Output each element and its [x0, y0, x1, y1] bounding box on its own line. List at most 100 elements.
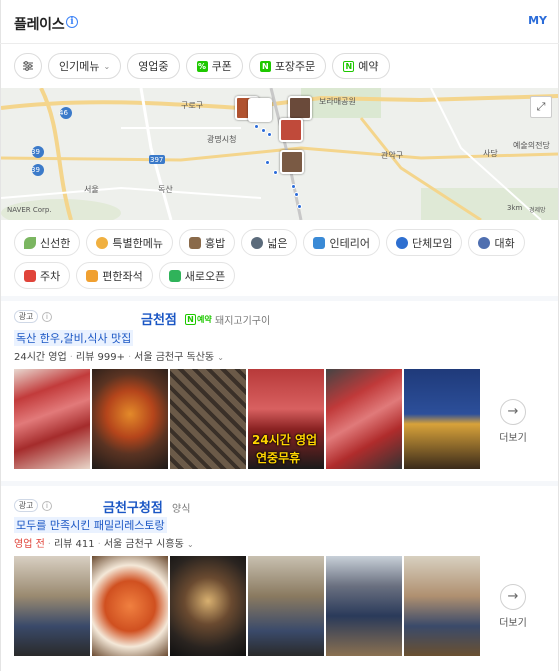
photo-thumb[interactable]: [170, 369, 246, 469]
more-button[interactable]: → 더보기: [493, 584, 533, 629]
coupon-icon: %: [196, 60, 208, 72]
photo-thumb[interactable]: [404, 369, 480, 469]
rice-bowl-icon: [188, 236, 201, 249]
filter-label: 쿠폰: [211, 60, 232, 73]
arrow-right-icon: →: [500, 399, 526, 425]
naver-n-icon: N: [185, 313, 196, 325]
tag-label: 단체모임: [411, 236, 453, 250]
photo-thumb[interactable]: [92, 369, 168, 469]
map-dot[interactable]: [273, 170, 278, 175]
reserve-label: 예약: [197, 314, 212, 324]
photo-strip: 24시간 영업 연중무휴: [14, 369, 480, 469]
map-dot[interactable]: [297, 204, 302, 209]
store-name[interactable]: 금천구청점: [103, 497, 163, 516]
header: 플레이스 i MY: [0, 0, 559, 44]
filter-bar: 인기메뉴 ⌄ 영업중 % 쿠폰 N 포장주문 N 예약: [14, 53, 390, 79]
filter-settings-button[interactable]: [14, 53, 42, 79]
filter-label: 영업중: [138, 60, 169, 73]
map[interactable]: 구로구 광명시청 보라매공원 관악구 예술의전당 독산 서울 NAVER Cor…: [1, 88, 558, 220]
filter-takeout[interactable]: N 포장주문: [248, 53, 327, 79]
listing-card[interactable]: 광고 i 금천구청점 양식 모두를 만족시킨 패밀리레스토랑 영업 전 · 리뷰 4…: [1, 486, 558, 671]
tag-label: 편한좌석: [102, 269, 143, 283]
arrow-right-icon: →: [500, 584, 526, 610]
listing-card[interactable]: 광고 i 금천점 N 예약 돼지고기구이 독산 한우,갈비,식사 맛집 24시간…: [1, 301, 558, 481]
ad-badge: 광고: [14, 310, 38, 323]
promo-text: 모두를 만족시킨 패밀리레스토랑: [14, 517, 167, 533]
parking-icon: [24, 269, 36, 282]
photo-thumb[interactable]: [326, 556, 402, 656]
map-label: 광명시청: [207, 135, 237, 144]
photo-thumb[interactable]: [14, 369, 90, 469]
tag-group[interactable]: 단체모임: [385, 229, 463, 256]
more-label: 더보기: [499, 433, 527, 444]
hours: 24시간 영업: [14, 352, 67, 363]
photo-thumb[interactable]: [404, 556, 480, 656]
photo-thumb[interactable]: [14, 556, 90, 656]
expand-icon[interactable]: ⤢: [530, 96, 552, 118]
more-label: 더보기: [499, 618, 527, 629]
tag-parking[interactable]: 주차: [14, 262, 71, 289]
ad-info-icon[interactable]: i: [42, 501, 52, 511]
tag-fresh[interactable]: 신선한: [14, 229, 81, 256]
map-scale: 3km: [507, 204, 523, 212]
review-count[interactable]: 리뷰 411: [54, 539, 95, 550]
keyword-tags: 신선한 특별한메뉴 홍밥 넓은 인테리어 단체모임 대화 주차 편한좌석 새로오…: [14, 229, 554, 289]
chevron-down-icon[interactable]: ⌄: [217, 353, 224, 362]
store-category: 돼지고기구이: [215, 316, 271, 327]
filter-coupon[interactable]: % 쿠폰: [185, 53, 243, 79]
map-dot[interactable]: [261, 128, 266, 133]
map-label: 관악구: [381, 151, 404, 160]
photo-thumb[interactable]: 24시간 영업 연중무휴: [248, 369, 324, 469]
more-button[interactable]: → 더보기: [493, 399, 533, 444]
tag-label: 대화: [494, 236, 515, 250]
map-dot[interactable]: [294, 192, 299, 197]
tag-new-open[interactable]: 새로오픈: [158, 262, 236, 289]
map-place-pin[interactable]: [288, 96, 312, 120]
tag-rice[interactable]: 홍밥: [178, 229, 236, 256]
tag-special-menu[interactable]: 특별한메뉴: [86, 229, 173, 256]
address[interactable]: 서울 금천구 시흥동: [104, 539, 184, 550]
map-dot[interactable]: [267, 132, 272, 137]
filter-reservation[interactable]: N 예약: [332, 53, 390, 79]
tag-label: 인테리어: [329, 236, 370, 250]
map-dot[interactable]: [265, 160, 270, 165]
store-name[interactable]: 금천점: [141, 309, 177, 328]
tag-spacious[interactable]: 넓은: [241, 229, 298, 256]
tag-interior[interactable]: 인테리어: [303, 229, 380, 256]
seat-icon: [86, 269, 99, 282]
ad-info-icon[interactable]: i: [42, 312, 52, 322]
tag-conversation[interactable]: 대화: [468, 229, 525, 256]
map-place-pin[interactable]: [280, 150, 304, 174]
map-place-pin[interactable]: [248, 98, 272, 122]
group-icon: [395, 236, 408, 249]
photo-thumb[interactable]: [248, 556, 324, 656]
sliders-icon: [23, 61, 33, 71]
tag-label: 새로오픈: [184, 269, 226, 283]
info-icon[interactable]: i: [66, 16, 78, 28]
route-number: 39: [31, 148, 40, 156]
map-dot[interactable]: [254, 124, 259, 129]
chef-icon: [96, 236, 109, 249]
chevron-down-icon[interactable]: ⌄: [187, 540, 194, 549]
hours: 영업 전: [14, 539, 45, 550]
filter-open-now[interactable]: 영업중: [127, 53, 180, 79]
map-place-pin[interactable]: [279, 118, 303, 142]
map-label: 보라매공원: [319, 97, 356, 106]
my-link[interactable]: MY: [528, 14, 547, 27]
map-dot[interactable]: [291, 184, 296, 189]
photo-thumb[interactable]: [170, 556, 246, 656]
naver-n-icon: N: [259, 60, 271, 72]
map-label: 경제망: [529, 207, 546, 214]
naver-n-icon: N: [343, 60, 355, 72]
filter-label: 예약: [358, 60, 379, 73]
filter-popular-menu[interactable]: 인기메뉴 ⌄: [48, 53, 122, 79]
photo-overlay-text: 24시간 영업: [252, 433, 318, 447]
photo-thumb[interactable]: [92, 556, 168, 656]
review-count[interactable]: 리뷰 999+: [76, 352, 125, 363]
route-number: 46: [59, 109, 68, 117]
store-category: 양식: [172, 504, 191, 515]
photo-strip: [14, 556, 480, 656]
tag-comfy-seat[interactable]: 편한좌석: [76, 262, 153, 289]
address[interactable]: 서울 금천구 독산동: [134, 352, 214, 363]
photo-thumb[interactable]: [326, 369, 402, 469]
